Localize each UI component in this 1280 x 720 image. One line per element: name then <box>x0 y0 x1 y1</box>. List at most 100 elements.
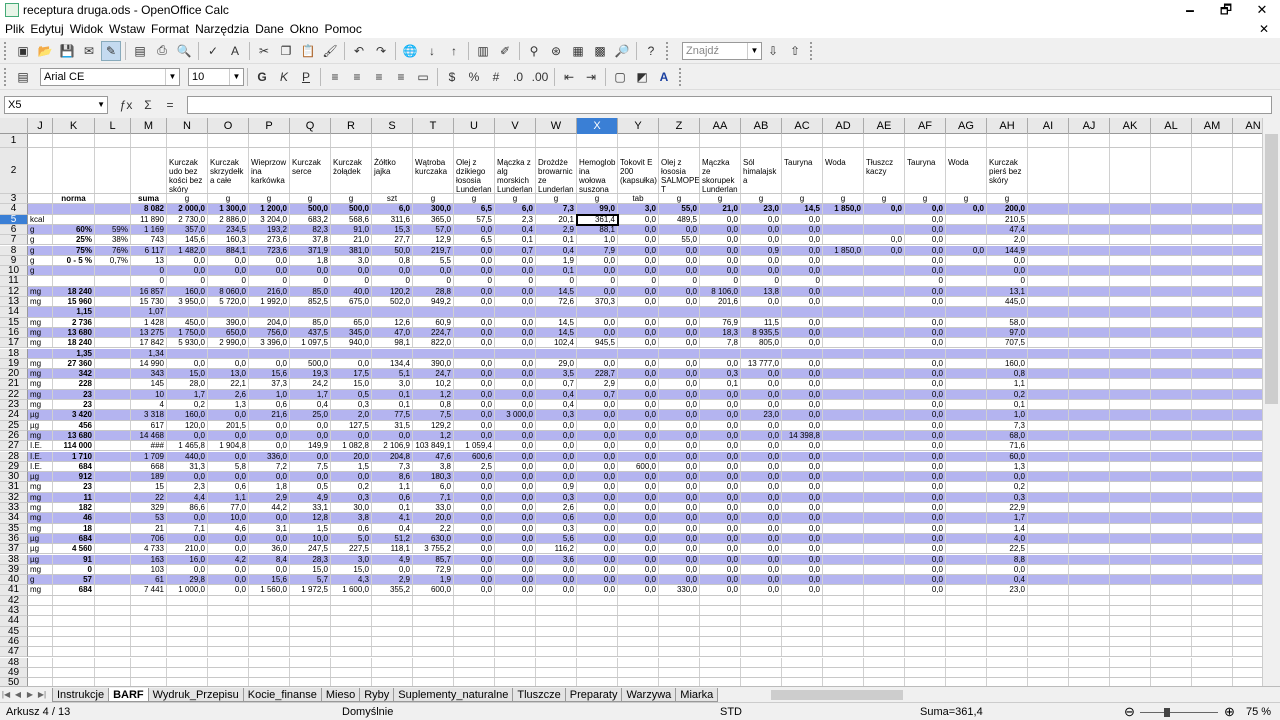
cell-am21[interactable] <box>1192 379 1233 389</box>
cell-ae47[interactable] <box>864 647 905 657</box>
menu-view[interactable]: Widok <box>67 22 106 36</box>
cell-j10[interactable]: g <box>28 266 53 276</box>
cell-y36[interactable]: 0,0 <box>618 533 659 544</box>
cell-t12[interactable]: 28,8 <box>413 286 454 296</box>
cell-z44[interactable] <box>659 616 700 626</box>
cell-j24[interactable]: µg <box>28 410 53 420</box>
cell-aj15[interactable] <box>1069 317 1110 327</box>
cell-u19[interactable]: 0,0 <box>454 358 495 369</box>
cell-ab26[interactable]: 0,0 <box>741 430 782 441</box>
cell-an19[interactable] <box>1233 359 1262 368</box>
cell-q50[interactable] <box>290 678 331 686</box>
cell-u43[interactable] <box>454 606 495 616</box>
cell-ae34[interactable] <box>864 513 905 523</box>
cell-am14[interactable] <box>1192 307 1233 317</box>
cell-aa6[interactable]: 0,0 <box>700 224 741 235</box>
cell-ah19[interactable]: 160,0 <box>987 358 1028 369</box>
cell-t32[interactable]: 7,1 <box>413 492 454 502</box>
cell-y9[interactable]: 0,0 <box>618 255 659 266</box>
cell-r6[interactable]: 91,0 <box>331 224 372 235</box>
cell-p31[interactable]: 1,8 <box>249 482 290 492</box>
cell-aj6[interactable] <box>1069 224 1110 235</box>
cell-j41[interactable]: mg <box>28 585 53 595</box>
cell-u17[interactable]: 0,0 <box>454 338 495 348</box>
cell-x17[interactable]: 945,5 <box>577 338 618 348</box>
column-header-w[interactable]: W <box>536 118 577 134</box>
cell-y32[interactable]: 0,0 <box>618 492 659 502</box>
cell-ac35[interactable]: 0,0 <box>782 523 823 533</box>
column-header-aa[interactable]: AA <box>700 118 741 134</box>
sheet-tab-preparaty[interactable]: Preparaty <box>564 687 623 702</box>
cell-ah1[interactable] <box>987 134 1028 147</box>
cell-p21[interactable]: 37,3 <box>249 379 290 389</box>
cell-j44[interactable] <box>28 616 53 626</box>
cell-y45[interactable] <box>618 626 659 636</box>
cell-x19[interactable]: 0,0 <box>577 358 618 369</box>
cell-ab10[interactable]: 0,0 <box>741 266 782 276</box>
cell-aj38[interactable] <box>1069 554 1110 564</box>
cell-r1[interactable] <box>331 134 372 147</box>
cell-z49[interactable] <box>659 667 700 678</box>
cell-t42[interactable] <box>413 595 454 605</box>
column-header-l[interactable]: L <box>95 118 131 134</box>
cell-ah10[interactable]: 0,0 <box>987 266 1028 276</box>
cell-z16[interactable]: 0,0 <box>659 327 700 338</box>
cell-q38[interactable]: 28,3 <box>290 554 331 564</box>
cell-z42[interactable] <box>659 595 700 605</box>
cell-ab37[interactable]: 0,0 <box>741 544 782 554</box>
cell-ah33[interactable]: 22,9 <box>987 503 1028 513</box>
cell-s17[interactable]: 98,1 <box>372 338 413 348</box>
cell-aa22[interactable]: 0,0 <box>700 389 741 399</box>
cell-ab45[interactable] <box>741 626 782 636</box>
cell-aa9[interactable]: 0,0 <box>700 255 741 266</box>
cell-af34[interactable]: 0,0 <box>905 513 946 523</box>
cell-v49[interactable] <box>495 667 536 678</box>
sheet-tab-wydruk-przepisu[interactable]: Wydruk_Przepisu <box>147 687 244 702</box>
cell-ah40[interactable]: 0,4 <box>987 575 1028 585</box>
cell-t13[interactable]: 949,2 <box>413 297 454 307</box>
cell-y1[interactable] <box>618 134 659 147</box>
cell-aa31[interactable]: 0,0 <box>700 482 741 492</box>
cell-p24[interactable]: 21,6 <box>249 410 290 420</box>
cell-j27[interactable]: I.E. <box>28 441 53 451</box>
cell-ae43[interactable] <box>864 606 905 616</box>
cell-n32[interactable]: 4,4 <box>167 492 208 502</box>
prev-sheet-icon[interactable]: ◀ <box>12 690 24 699</box>
cell-r19[interactable]: 0,0 <box>331 358 372 369</box>
cell-m38[interactable]: 163 <box>131 554 167 564</box>
cell-m26[interactable]: 14 468 <box>131 430 167 441</box>
cell-ae50[interactable] <box>864 678 905 686</box>
cell-s16[interactable]: 47,0 <box>372 327 413 338</box>
cell-af32[interactable]: 0,0 <box>905 492 946 502</box>
cell-ai22[interactable] <box>1028 389 1069 399</box>
cell-ah7[interactable]: 2,0 <box>987 235 1028 245</box>
cell-ag50[interactable] <box>946 678 987 686</box>
cell-al24[interactable] <box>1151 410 1192 420</box>
cell-ab12[interactable]: 13,8 <box>741 286 782 296</box>
cell-q4[interactable]: 500,0 <box>290 204 331 214</box>
align-right-icon[interactable]: ≡ <box>369 67 389 87</box>
cell-ab2[interactable]: Sól himalajsk a <box>741 148 782 193</box>
cell-x8[interactable]: 7,9 <box>577 245 618 255</box>
cell-q18[interactable] <box>290 348 331 358</box>
cell-an48[interactable] <box>1233 658 1262 667</box>
cell-y50[interactable] <box>618 678 659 686</box>
cell-j48[interactable] <box>28 657 53 667</box>
cell-v47[interactable] <box>495 647 536 657</box>
cell-af13[interactable]: 0,0 <box>905 297 946 307</box>
cell-v20[interactable]: 0,0 <box>495 369 536 379</box>
cell-ai40[interactable] <box>1028 575 1069 585</box>
cell-ak31[interactable] <box>1110 482 1151 492</box>
cell-z18[interactable] <box>659 348 700 358</box>
cell-s2[interactable]: Żółtko jajka <box>372 148 413 193</box>
cell-o24[interactable]: 0,0 <box>208 410 249 420</box>
cell-w27[interactable]: 0,0 <box>536 441 577 451</box>
cell-n44[interactable] <box>167 616 208 626</box>
cell-y27[interactable]: 0,0 <box>618 441 659 451</box>
cell-ae2[interactable]: Tłuszcz kaczy <box>864 148 905 193</box>
cell-w39[interactable]: 0,0 <box>536 564 577 575</box>
cell-ak1[interactable] <box>1110 134 1151 147</box>
cell-t18[interactable] <box>413 348 454 358</box>
cell-ad4[interactable]: 1 850,0 <box>823 204 864 214</box>
cell-y31[interactable]: 0,0 <box>618 482 659 492</box>
